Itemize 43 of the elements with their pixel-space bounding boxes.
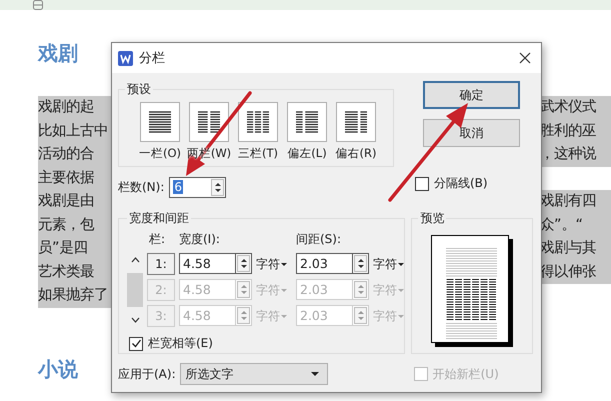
heading: 戏剧: [38, 41, 78, 65]
columns-icon: [287, 102, 327, 142]
columns-icon: [238, 102, 278, 142]
dialog-title: 分栏: [139, 50, 165, 67]
checkbox[interactable]: [415, 176, 429, 190]
preset-option[interactable]: 偏右(R): [335, 102, 377, 161]
checkbox-label: 栏宽相等(E): [148, 335, 213, 352]
caret-icon: [398, 314, 404, 318]
dialog-button[interactable]: 确定: [423, 81, 520, 109]
apply-to-label: 应用于(A):: [118, 366, 176, 382]
caret-icon: [398, 262, 404, 266]
checkbox-label: 分隔线(B): [434, 175, 488, 192]
spacing-field[interactable]: 2.03: [296, 253, 353, 274]
caret-icon: [398, 288, 404, 292]
columns-icon: [336, 102, 376, 142]
columns-icon: [189, 102, 229, 142]
columns-icon: [140, 102, 180, 142]
dialog-button[interactable]: 取消: [423, 119, 520, 147]
group-label: 预设: [126, 81, 152, 98]
caret-icon: [281, 288, 287, 292]
column-header: 间距(S):: [296, 231, 342, 248]
group-label: 预览: [419, 210, 446, 227]
column-number[interactable]: 1:: [147, 253, 175, 275]
checkbox[interactable]: [129, 336, 143, 350]
scrollbar-thumb[interactable]: [127, 273, 143, 307]
checkbox-label: 开始新栏(U): [432, 366, 499, 382]
heading: 小说: [38, 356, 78, 380]
unit-dropdown[interactable]: 字符: [373, 253, 407, 275]
spinner[interactable]: [236, 253, 252, 274]
caret-icon: [281, 314, 287, 318]
column-header: 栏:: [148, 231, 166, 248]
column-header: 宽度(I):: [179, 231, 221, 248]
caret-icon: [281, 262, 287, 266]
width-field[interactable]: 4.58: [179, 253, 236, 274]
unit-dropdown[interactable]: 字符: [256, 253, 292, 275]
apply-to-dropdown[interactable]: 所选文字: [180, 363, 328, 385]
app-icon: [118, 50, 133, 66]
page-icon[interactable]: [33, 0, 43, 10]
caret-icon: [310, 372, 319, 376]
preset-option[interactable]: 三栏(T): [237, 102, 279, 161]
spinner[interactable]: [353, 253, 369, 274]
close-icon[interactable]: [519, 52, 531, 64]
preset-option[interactable]: 偏左(L): [286, 102, 328, 161]
